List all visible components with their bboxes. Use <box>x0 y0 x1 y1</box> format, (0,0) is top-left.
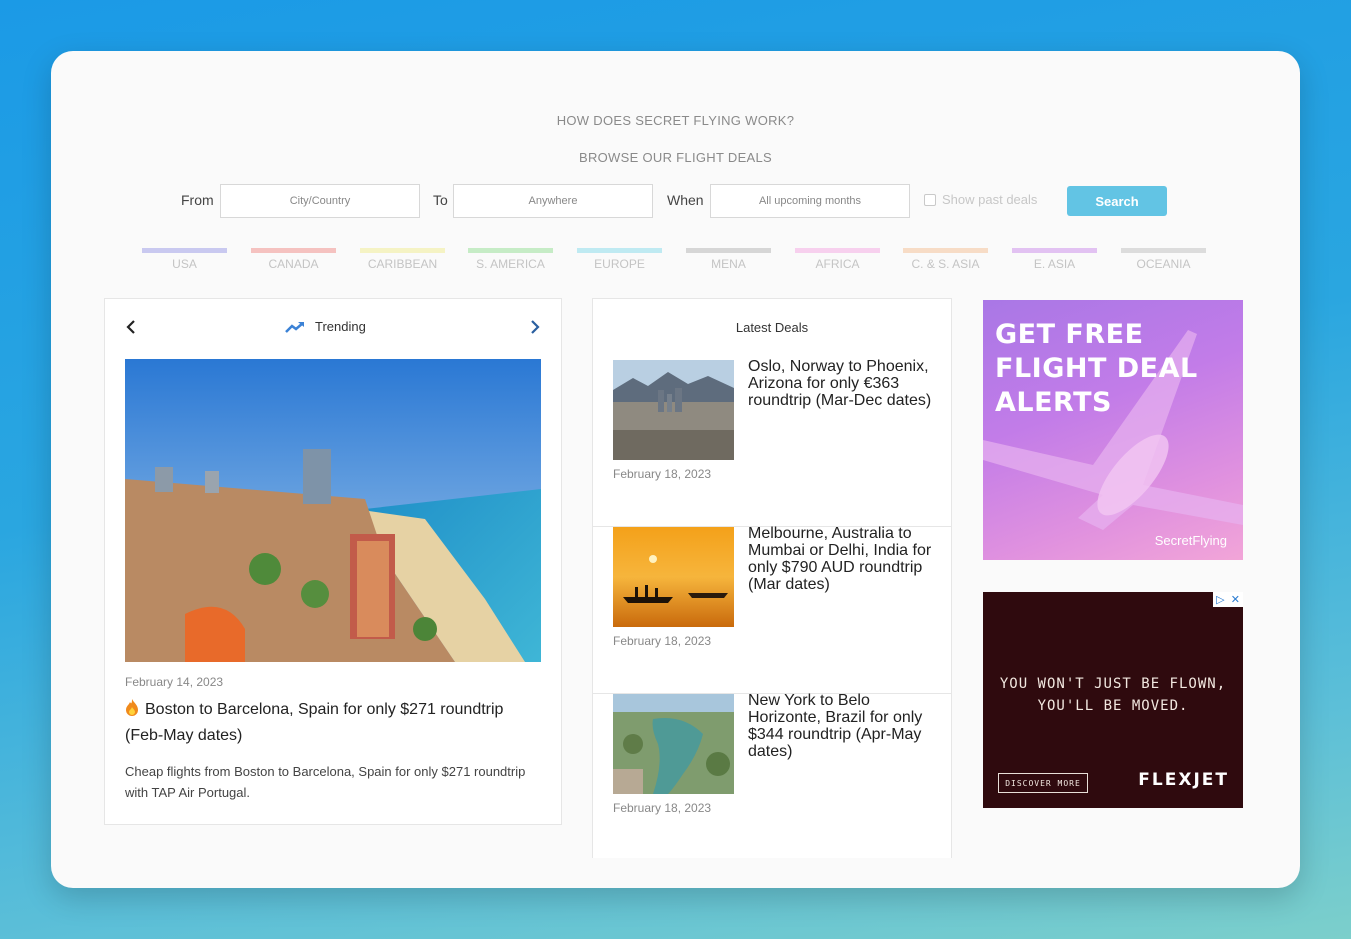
deal-item[interactable]: Oslo, Norway to Phoenix, Arizona for onl… <box>593 358 951 527</box>
latest-deals-panel: Latest Deals Oslo, Norway to Phoenix, Ar… <box>592 298 952 858</box>
region-tab-cs-asia[interactable]: C. & S. ASIA <box>903 248 988 271</box>
region-color-bar <box>1121 248 1206 253</box>
flight-alerts-ad[interactable]: GET FREE FLIGHT DEAL ALERTS SecretFlying <box>983 300 1243 560</box>
region-tab-s-america[interactable]: S. AMERICA <box>468 248 553 271</box>
deal-thumbnail[interactable] <box>613 360 734 460</box>
region-color-bar <box>360 248 445 253</box>
trending-headline[interactable]: Boston to Barcelona, Spain for only $271… <box>125 697 545 749</box>
deal-date: February 18, 2023 <box>613 634 712 648</box>
flexjet-logo: FLEXJET <box>1138 770 1229 790</box>
region-label: USA <box>172 257 197 271</box>
latest-deals-title: Latest Deals <box>735 320 809 335</box>
trending-date: February 14, 2023 <box>125 675 224 689</box>
to-label: To <box>433 192 448 208</box>
when-input[interactable] <box>710 184 910 218</box>
show-past-deals-label: Show past deals <box>942 192 1038 207</box>
ad-controls[interactable]: ▷ ✕ <box>1213 592 1243 607</box>
deal-date: February 18, 2023 <box>613 467 712 481</box>
secretflying-logo: SecretFlying <box>1154 533 1227 548</box>
ad-message-line: YOU WON'T JUST BE FLOWN, <box>999 676 1227 692</box>
trending-label: Trending <box>315 319 366 334</box>
region-tab-africa[interactable]: AFRICA <box>795 248 880 271</box>
fire-icon <box>125 699 139 716</box>
deal-title[interactable]: New York to Belo Horizonte, Brazil for o… <box>748 692 938 760</box>
region-label: CARIBBEAN <box>367 257 438 271</box>
region-color-bar <box>903 248 988 253</box>
trending-headline-text: Boston to Barcelona, Spain for only $271… <box>125 701 504 744</box>
deal-title[interactable]: Melbourne, Australia to Mumbai or Delhi,… <box>748 525 938 593</box>
how-it-works-link[interactable]: HOW DOES SECRET FLYING WORK? <box>51 113 1300 128</box>
region-tab-oceania[interactable]: OCEANIA <box>1121 248 1206 271</box>
from-input[interactable] <box>220 184 420 218</box>
region-tab-e-asia[interactable]: E. ASIA <box>1012 248 1097 271</box>
region-tab-caribbean[interactable]: CARIBBEAN <box>360 248 445 271</box>
trending-image[interactable] <box>125 359 541 662</box>
region-label: AFRICA <box>815 257 860 271</box>
search-form: From To When Show past deals Search <box>51 184 1300 218</box>
region-tabs: USA CANADA CARIBBEAN S. AMERICA EUROPE M… <box>51 248 1300 278</box>
ad-headline: GET FREE FLIGHT DEAL ALERTS <box>995 318 1198 420</box>
region-color-bar <box>686 248 771 253</box>
region-label: MENA <box>711 257 746 271</box>
ad-message: YOU WON'T JUST BE FLOWN, YOU'LL BE MOVED… <box>983 673 1243 717</box>
flexjet-ad[interactable]: ▷ ✕ YOU WON'T JUST BE FLOWN, YOU'LL BE M… <box>983 592 1243 808</box>
chevron-right-icon[interactable] <box>529 319 541 340</box>
region-label: OCEANIA <box>1136 257 1191 271</box>
trending-panel: Trending February 14, 2023 Boston to Bar… <box>104 298 562 825</box>
region-label: E. ASIA <box>1033 257 1076 271</box>
region-tab-europe[interactable]: EUROPE <box>577 248 662 271</box>
main-card: HOW DOES SECRET FLYING WORK? BROWSE OUR … <box>51 51 1300 888</box>
show-past-deals-toggle[interactable]: Show past deals <box>924 192 1037 207</box>
browse-deals-link[interactable]: BROWSE OUR FLIGHT DEALS <box>51 150 1300 165</box>
adchoices-icon[interactable]: ▷ <box>1216 593 1224 606</box>
region-label: C. & S. ASIA <box>911 257 980 271</box>
deal-date: February 18, 2023 <box>613 801 712 815</box>
region-color-bar <box>1012 248 1097 253</box>
ad-message-line: YOU'LL BE MOVED. <box>1037 698 1189 714</box>
region-label: CANADA <box>268 257 319 271</box>
region-color-bar <box>577 248 662 253</box>
trending-up-icon <box>285 321 304 333</box>
show-past-deals-checkbox[interactable] <box>924 193 936 206</box>
deal-title[interactable]: Oslo, Norway to Phoenix, Arizona for onl… <box>748 358 938 409</box>
search-button[interactable]: Search <box>1067 186 1167 216</box>
region-label: EUROPE <box>594 257 645 271</box>
ad-headline-line: GET FREE <box>995 319 1144 350</box>
trending-description: Cheap flights from Boston to Barcelona, … <box>125 764 526 800</box>
region-color-bar <box>142 248 227 253</box>
region-tab-mena[interactable]: MENA <box>686 248 771 271</box>
when-label: When <box>667 192 704 208</box>
deal-thumbnail[interactable] <box>613 527 734 627</box>
deal-item[interactable]: New York to Belo Horizonte, Brazil for o… <box>593 692 951 861</box>
trending-title: Trending <box>285 319 366 334</box>
region-label: S. AMERICA <box>476 257 545 271</box>
region-color-bar <box>795 248 880 253</box>
deal-thumbnail[interactable] <box>613 694 734 794</box>
deal-item[interactable]: Melbourne, Australia to Mumbai or Delhi,… <box>593 525 951 694</box>
chevron-left-icon[interactable] <box>125 319 137 340</box>
from-label: From <box>181 192 214 208</box>
trending-header: Trending <box>105 299 561 357</box>
region-tab-usa[interactable]: USA <box>142 248 227 271</box>
ad-headline-line: ALERTS <box>995 387 1112 418</box>
ad-headline-line: FLIGHT DEAL <box>995 353 1198 384</box>
region-color-bar <box>251 248 336 253</box>
discover-more-button[interactable]: DISCOVER MORE <box>998 773 1088 793</box>
to-input[interactable] <box>453 184 653 218</box>
close-icon[interactable]: ✕ <box>1231 593 1240 606</box>
region-tab-canada[interactable]: CANADA <box>251 248 336 271</box>
region-color-bar <box>468 248 553 253</box>
